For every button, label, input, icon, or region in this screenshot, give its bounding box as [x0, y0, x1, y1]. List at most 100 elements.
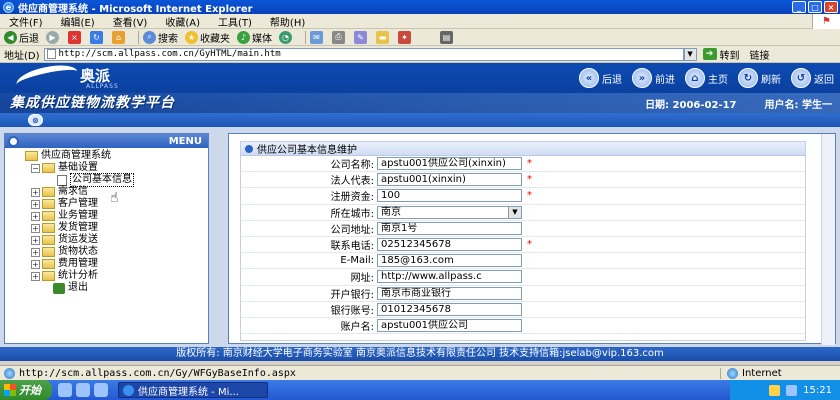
favorites-button[interactable]: ★ 收藏夹	[185, 30, 230, 45]
history-button[interactable]: ◔	[279, 30, 294, 44]
nav-refresh-button[interactable]: ↻ 刷新	[738, 68, 781, 88]
ie-icon	[123, 384, 134, 396]
collapse-menu-button[interactable]: ⊗	[28, 114, 43, 126]
links-button[interactable]: 链接	[750, 47, 770, 62]
account-name-input[interactable]: apstu001供应公司	[377, 318, 522, 332]
nav-return-button[interactable]: ↺ 返回	[791, 68, 834, 88]
nav-forward-button[interactable]: » 前进	[632, 68, 675, 88]
back-label: 后退	[19, 33, 39, 45]
address-dropdown-icon[interactable]: ▼	[683, 47, 697, 61]
quick-launch-desktop-icon[interactable]	[76, 383, 90, 397]
start-button[interactable]: 开始	[0, 380, 52, 400]
toolbar-separator	[138, 30, 139, 44]
required-mark: *	[527, 174, 532, 186]
maximize-button[interactable]: □	[808, 1, 822, 13]
tree-item-expenses[interactable]: + 费用管理	[11, 258, 208, 270]
media-button[interactable]: ♪ 媒体	[237, 30, 272, 45]
account-no-input[interactable]: 01012345678	[377, 302, 522, 316]
tree-exit-label: 退出	[68, 282, 88, 293]
website-input[interactable]: http://www.allpass.c	[377, 270, 522, 284]
email-input[interactable]: 185@163.com	[377, 254, 522, 268]
expand-icon[interactable]: +	[31, 223, 40, 233]
home-button[interactable]: ⌂	[112, 30, 127, 44]
city-select[interactable]: 南京 ▼	[377, 205, 522, 219]
edit-button[interactable]: ✎	[354, 30, 369, 44]
taskbar: 开始 供应商管理系统 - Mi... 15:21	[0, 380, 840, 400]
expand-icon[interactable]: +	[31, 271, 40, 281]
tree-item-goods-status[interactable]: + 货物状态	[11, 246, 208, 258]
bank-input[interactable]: 南京市商业银行	[377, 286, 522, 300]
company-name-input[interactable]: apstu001供应公司(xinxin)	[377, 157, 522, 171]
folder-button[interactable]: ▬	[376, 30, 391, 44]
capital-input[interactable]: 100	[377, 189, 522, 203]
expand-icon[interactable]: +	[31, 211, 40, 221]
menu-tools[interactable]: 工具(T)	[209, 14, 261, 29]
taskbar-task-ie[interactable]: 供应商管理系统 - Mi...	[118, 382, 268, 398]
form-scrollbar[interactable]	[821, 134, 835, 345]
folder-icon	[42, 271, 55, 281]
folder-icon	[42, 199, 55, 209]
edit-icon: ✎	[354, 30, 367, 44]
tree-item-business[interactable]: + 业务管理	[11, 210, 208, 222]
security-zone: Internet	[720, 367, 840, 379]
folder-icon	[42, 211, 55, 221]
tree-item-freight[interactable]: + 货运发送	[11, 234, 208, 246]
task-label: 供应商管理系统 - Mi...	[138, 386, 239, 398]
tree-item-shipping[interactable]: + 发货管理	[11, 222, 208, 234]
hand-cursor-icon: ☝	[110, 190, 119, 206]
legal-rep-input[interactable]: apstu001(xinxin)	[377, 173, 522, 187]
research-button[interactable]: ▤	[440, 30, 455, 44]
capital-label: 注册资金:	[330, 192, 374, 204]
tray-network-icon[interactable]	[786, 384, 798, 396]
tray-icon[interactable]	[769, 384, 781, 396]
menu-edit[interactable]: 编辑(E)	[52, 14, 104, 29]
tree-root[interactable]: 供应商管理系统	[11, 150, 208, 162]
folder-icon	[42, 247, 55, 257]
expand-icon[interactable]: +	[31, 247, 40, 257]
refresh-button[interactable]: ↻	[90, 30, 105, 44]
close-button[interactable]: ×	[824, 1, 838, 13]
menu-toggle-icon[interactable]	[8, 135, 19, 147]
search-button[interactable]: ⌕ 搜索	[143, 30, 178, 45]
quick-launch-ie-icon[interactable]	[58, 383, 72, 397]
mail-button[interactable]: ✉	[310, 30, 325, 44]
tree-customer-label: 客户管理	[58, 198, 98, 209]
address-input[interactable]: http://scm.allpass.com.cn/GyHTML/main.ht…	[43, 47, 684, 61]
nav-back-button[interactable]: «后退	[579, 68, 622, 88]
mail-icon: ✉	[310, 30, 323, 44]
tree-goods-status-label: 货物状态	[58, 246, 98, 257]
stop-button[interactable]: ×	[68, 30, 83, 44]
nav-home-button[interactable]: ⌂ 主页	[685, 68, 728, 88]
chevron-down-icon: ▼	[508, 206, 521, 218]
quick-launch-media-icon[interactable]	[94, 383, 108, 397]
minimize-button[interactable]: _	[792, 1, 806, 13]
menu-file[interactable]: 文件(F)	[0, 14, 52, 29]
search-icon: ⌕	[143, 30, 156, 44]
tree-business-label: 业务管理	[58, 210, 98, 221]
address-input[interactable]: 南京1号	[377, 221, 522, 235]
messenger-icon: ✦	[398, 30, 411, 44]
window-controls: _ □ ×	[792, 1, 838, 13]
messenger-button[interactable]: ✦	[398, 30, 413, 44]
menu-view[interactable]: 查看(V)	[104, 14, 157, 29]
phone-input[interactable]: 02512345678	[377, 238, 522, 252]
back-button[interactable]: ◀ 后退	[4, 30, 39, 45]
address-label: 地址(D)	[4, 50, 40, 62]
expand-icon[interactable]: +	[31, 259, 40, 269]
menu-favorites[interactable]: 收藏(A)	[156, 14, 209, 29]
forward-button[interactable]: ▶	[46, 30, 61, 44]
tree-item-statistics[interactable]: + 统计分析	[11, 270, 208, 282]
form-row-legal-rep: 法人代表: apstu001(xinxin) *	[241, 172, 805, 189]
menu-help[interactable]: 帮助(H)	[261, 14, 314, 29]
print-button[interactable]: ⎙	[332, 30, 347, 44]
tree-company-info-label: 公司基本信息	[70, 173, 134, 187]
expand-icon[interactable]: +	[31, 235, 40, 245]
tree-item-company-info[interactable]: 公司基本信息	[11, 173, 208, 187]
go-button[interactable]: ➔ 转到	[702, 47, 740, 62]
expand-icon[interactable]: +	[31, 199, 40, 209]
menu-title: MENU	[168, 135, 202, 147]
tree-item-exit[interactable]: 退出	[11, 282, 208, 294]
collapse-icon[interactable]: −	[31, 163, 40, 173]
expand-icon[interactable]: +	[31, 187, 40, 197]
status-text-area: http://scm.allpass.com.cn/Gy/WFGyBaseInf…	[0, 367, 720, 379]
